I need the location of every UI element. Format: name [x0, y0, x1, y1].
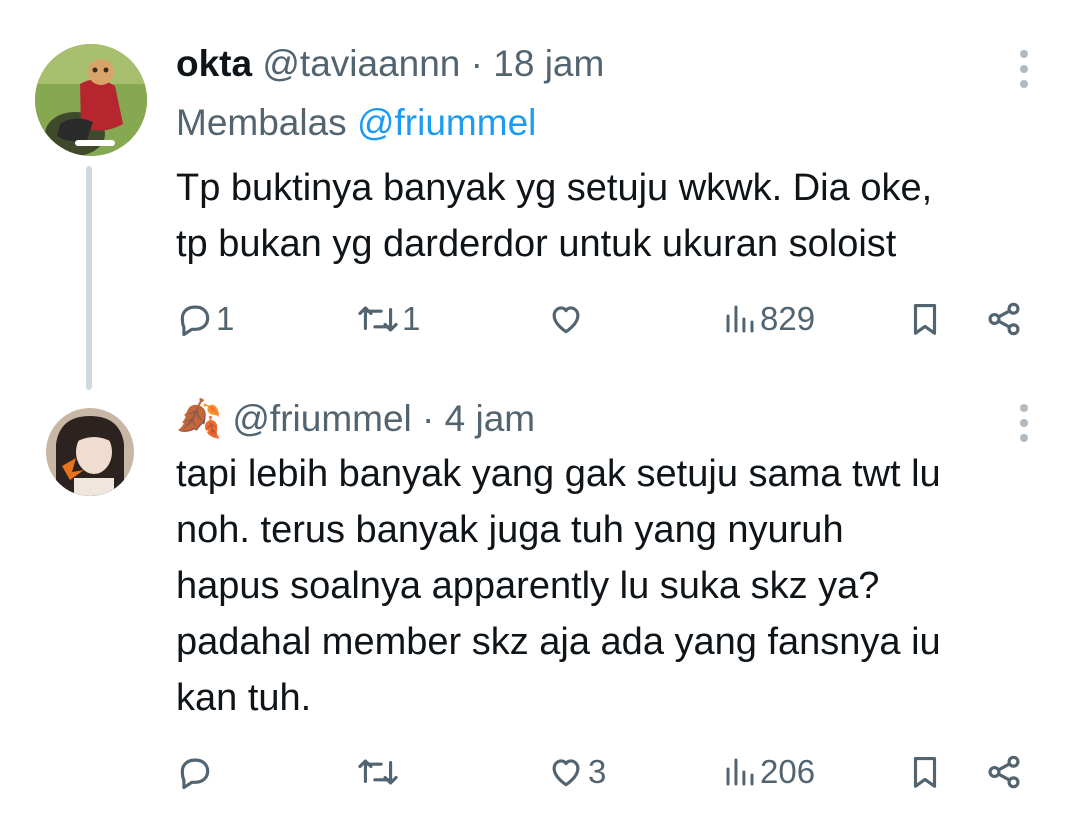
views-button[interactable]: 206: [722, 753, 815, 791]
views-icon: [726, 758, 754, 786]
more-icon: [1019, 404, 1029, 442]
user-handle[interactable]: @friummel: [232, 398, 411, 439]
timestamp[interactable]: 4 jam: [445, 398, 535, 439]
views-count: 206: [760, 753, 816, 790]
retweet-icon: [358, 759, 398, 785]
separator-dot: ·: [422, 398, 435, 439]
tweet-text-line: tapi lebih banyak yang gak setuju sama t…: [176, 453, 941, 495]
reply-icon: [180, 758, 210, 790]
share-icon: [988, 755, 1020, 789]
share-button[interactable]: [984, 753, 1024, 791]
tweet-text-line: kan tuh.: [176, 677, 312, 719]
tweet-text-line: hapus soalnya apparently lu suka skz ya?: [176, 565, 880, 607]
bookmark-icon: [913, 756, 937, 788]
display-name-emoji[interactable]: 🍂: [176, 398, 222, 439]
bookmark-button[interactable]: [906, 753, 944, 791]
retweet-button[interactable]: [356, 753, 402, 791]
tweet-text-line: noh. terus banyak juga tuh yang nyuruh: [176, 509, 844, 551]
tweet-text-line: padahal member skz aja ada yang fansnya …: [176, 621, 941, 663]
like-button[interactable]: 3: [546, 753, 606, 791]
avatar-friummel-image: [46, 408, 134, 496]
like-count: 3: [588, 753, 607, 790]
more-options-button[interactable]: [1019, 404, 1029, 449]
tweet-header: 🍂 @friummel · 4 jam: [176, 398, 535, 441]
tweet-2: 🍂 @friummel · 4 jam tapi lebih banyak ya…: [0, 0, 1080, 816]
heart-icon: [552, 759, 580, 787]
tweet-text: tapi lebih banyak yang gak setuju sama t…: [176, 446, 941, 726]
avatar-friummel[interactable]: [46, 408, 134, 496]
reply-button[interactable]: [176, 753, 216, 791]
